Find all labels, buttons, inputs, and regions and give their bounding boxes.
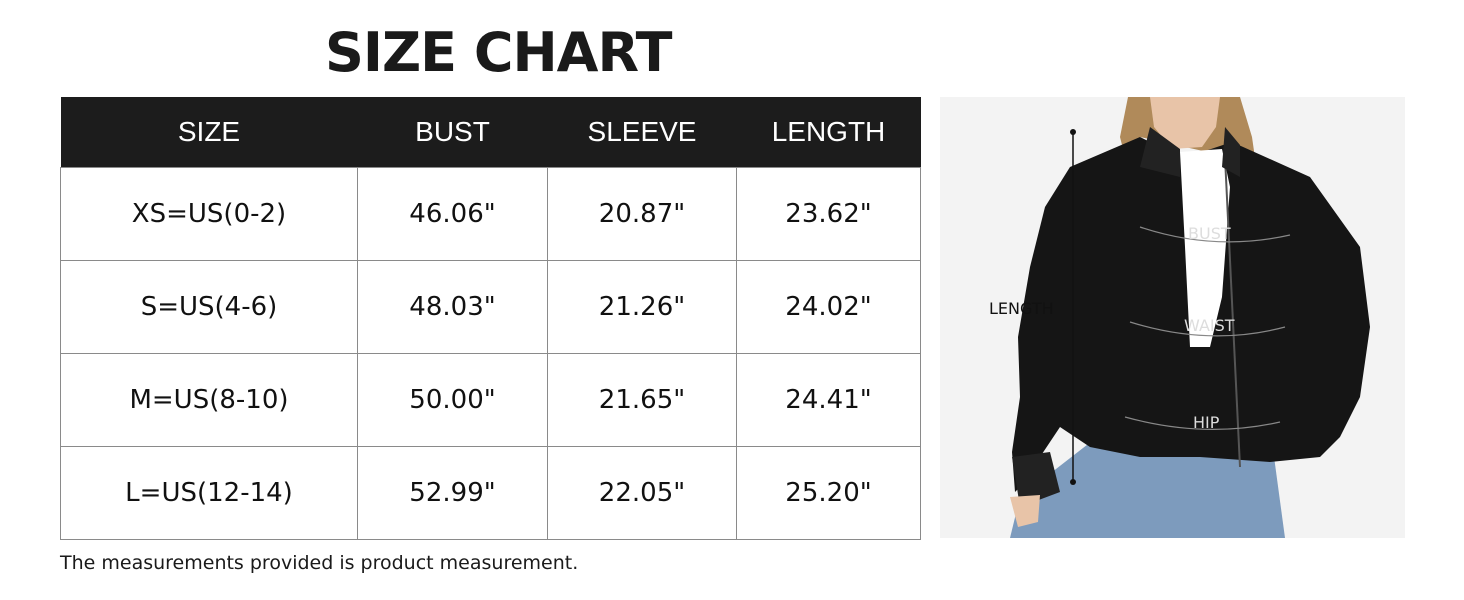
table-row: S=US(4-6) 48.03" 21.26" 24.02" [60,260,921,354]
table-row: L=US(12-14) 52.99" 22.05" 25.20" [60,446,921,540]
length-label: LENGTH [989,299,1054,318]
table-row: XS=US(0-2) 46.06" 20.87" 23.62" [60,167,921,261]
cell-sleeve: 21.65" [547,353,737,447]
table-body: XS=US(0-2) 46.06" 20.87" 23.62" S=US(4-6… [60,167,921,540]
jacket-diagram: LENGTH BUST WAIST HIP [940,97,1405,538]
cell-length: 23.62" [736,167,921,261]
cell-length: 24.41" [736,353,921,447]
header-row: SIZE BUST SLEEVE LENGTH [60,97,921,168]
cell-sleeve: 22.05" [547,446,737,540]
table-row: M=US(8-10) 50.00" 21.65" 24.41" [60,353,921,447]
length-line-top-dot [1070,129,1076,135]
cell-size: M=US(8-10) [60,353,358,447]
header-length: LENGTH [736,97,921,168]
header-sleeve: SLEEVE [547,97,737,168]
cell-size: XS=US(0-2) [60,167,358,261]
page-title: SIZE CHART [325,21,672,84]
cell-bust: 52.99" [357,446,548,540]
header-size: SIZE [60,97,358,168]
cell-length: 24.02" [736,260,921,354]
cell-size: S=US(4-6) [60,260,358,354]
model-photo: LENGTH BUST WAIST HIP [940,97,1405,538]
cell-length: 25.20" [736,446,921,540]
measurement-note: The measurements provided is product mea… [60,552,579,574]
cell-bust: 48.03" [357,260,548,354]
cell-sleeve: 21.26" [547,260,737,354]
cell-bust: 50.00" [357,353,548,447]
cell-sleeve: 20.87" [547,167,737,261]
hip-label: HIP [1193,413,1220,432]
waist-label: WAIST [1184,316,1235,335]
size-table: SIZE BUST SLEEVE LENGTH XS=US(0-2) 46.06… [60,97,921,540]
header-bust: BUST [357,97,548,168]
bust-label: BUST [1188,224,1231,243]
length-line-bottom-dot [1070,479,1076,485]
table-header: SIZE BUST SLEEVE LENGTH [60,97,921,168]
cell-bust: 46.06" [357,167,548,261]
cell-size: L=US(12-14) [60,446,358,540]
